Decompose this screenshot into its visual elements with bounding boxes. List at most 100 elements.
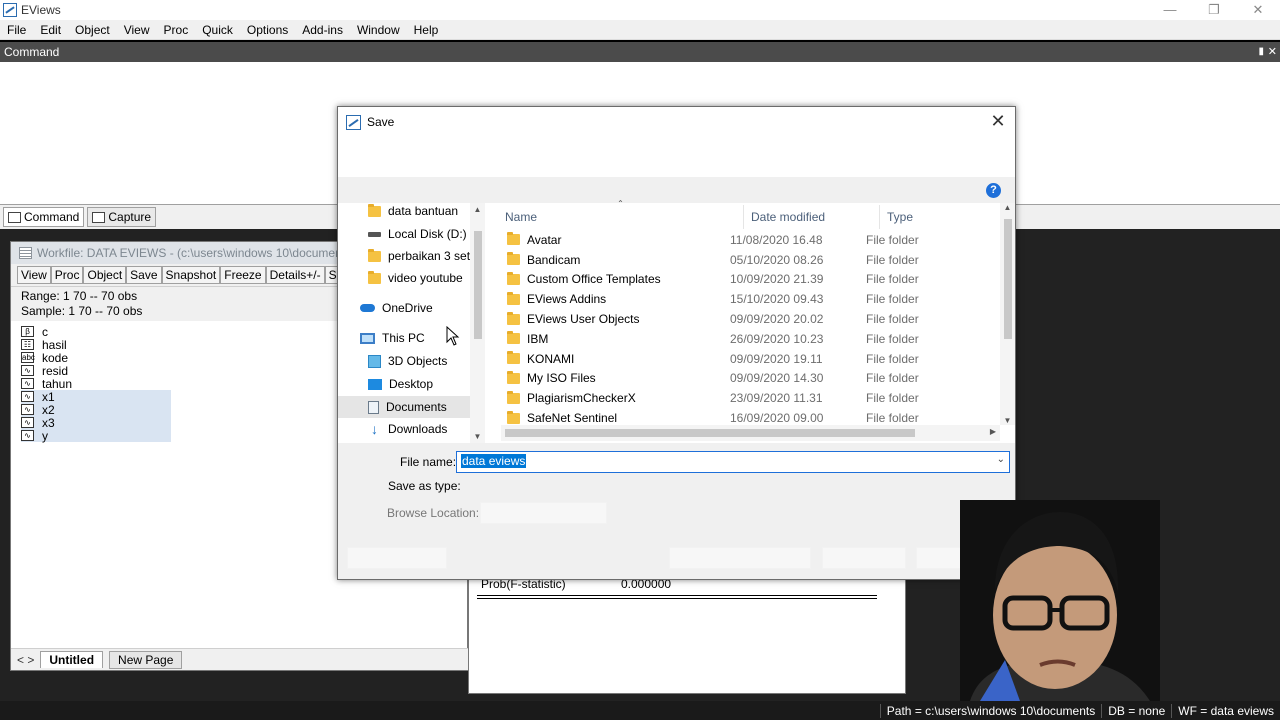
save-dialog: Save ✕ ? data bantuan Local Disk (D:) perb…: [337, 106, 1016, 580]
file-name-text: KONAMI: [527, 351, 575, 366]
menu-view[interactable]: View: [117, 20, 157, 40]
save-button[interactable]: [822, 547, 906, 569]
nav-item-data-bantuan[interactable]: data bantuan: [338, 203, 470, 222]
chevron-down-icon[interactable]: ⌄: [997, 454, 1005, 465]
browse-location-label: Browse Location:: [387, 506, 480, 520]
file-date-cell: 11/08/2020 16.48: [730, 232, 823, 247]
file-name-label: File name:: [400, 455, 457, 469]
workfile-object-item[interactable]: ∿ x2: [21, 403, 171, 417]
column-separator[interactable]: [743, 205, 744, 229]
page-nav-arrows[interactable]: < >: [17, 653, 34, 667]
scroll-right-icon[interactable]: ▶: [988, 427, 998, 436]
column-separator[interactable]: [879, 205, 880, 229]
file-list-vertical-scrollbar[interactable]: ▲ ▼: [1000, 203, 1015, 425]
nav-item-documents[interactable]: Documents: [338, 396, 470, 418]
nav-item-3d-objects[interactable]: 3D Objects: [338, 350, 470, 372]
page-tab-new-page[interactable]: New Page: [109, 650, 183, 669]
nav-item-video-youtube[interactable]: video youtube: [338, 267, 470, 289]
file-list-horizontal-scrollbar[interactable]: ▶: [501, 425, 1000, 441]
nav-item-label: perbaikan 3 sete: [388, 249, 470, 263]
tab-command[interactable]: Command: [3, 207, 85, 227]
close-icon[interactable]: ✕: [989, 112, 1007, 130]
wf-proc-button[interactable]: Proc: [50, 266, 84, 284]
menu-add-ins[interactable]: Add-ins: [295, 20, 350, 40]
workfile-object-item[interactable]: abc kode: [21, 351, 171, 365]
close-pane-icon[interactable]: ✕: [1268, 42, 1277, 62]
column-header-name[interactable]: Name: [505, 203, 537, 231]
menu-options[interactable]: Options: [240, 20, 295, 40]
minimize-button[interactable]: —: [1148, 0, 1192, 20]
workfile-object-item[interactable]: ∿ y: [21, 429, 171, 443]
vertical-scroll-thumb[interactable]: [1004, 219, 1012, 339]
menu-quick[interactable]: Quick: [195, 20, 240, 40]
folder-icon: [507, 232, 520, 246]
wf-freeze-button[interactable]: Freeze: [220, 266, 266, 284]
file-row[interactable]: IBM 26/09/2020 10.23 File folder: [497, 329, 997, 349]
nav-item-perbaikan-3-sete[interactable]: perbaikan 3 sete: [338, 245, 470, 267]
file-date-cell: 15/10/2020 09.43: [730, 292, 824, 307]
menu-object[interactable]: Object: [68, 20, 117, 40]
workfile-object-item[interactable]: ∿ x3: [21, 415, 171, 430]
close-app-button[interactable]: ✕: [1236, 0, 1280, 20]
scroll-down-icon[interactable]: ▼: [1000, 416, 1015, 425]
restore-button[interactable]: ❐: [1192, 0, 1236, 20]
wf-details-button[interactable]: Details+/-: [265, 266, 325, 284]
scroll-up-icon[interactable]: ▲: [470, 205, 485, 214]
file-name-input[interactable]: data eviews ⌄: [456, 451, 1010, 473]
menu-edit[interactable]: Edit: [33, 20, 68, 40]
column-header-type[interactable]: Type: [887, 203, 913, 231]
scroll-up-icon[interactable]: ▲: [1000, 203, 1015, 212]
help-icon[interactable]: ?: [986, 183, 1001, 198]
nav-item-desktop[interactable]: Desktop: [338, 373, 470, 395]
browse-location-field[interactable]: [480, 502, 607, 524]
menu-file[interactable]: File: [0, 20, 33, 40]
wf-save-button[interactable]: Save: [126, 266, 162, 284]
file-name-value[interactable]: data eviews: [461, 454, 527, 468]
series-icon: ∿: [21, 430, 34, 441]
workfile-icon: [19, 247, 32, 259]
menu-help[interactable]: Help: [407, 20, 446, 40]
file-row[interactable]: My ISO Files 09/09/2020 14.30 File folder: [497, 369, 997, 389]
command-pane-title: Command: [4, 45, 60, 59]
wf-view-button[interactable]: View: [17, 266, 51, 284]
file-name-cell: SafeNet Sentinel: [497, 410, 730, 425]
nav-item-downloads[interactable]: ↓ Downloads: [338, 418, 470, 440]
wf-snapshot-button[interactable]: Snapshot: [161, 266, 221, 284]
tab-capture[interactable]: Capture: [87, 207, 157, 227]
workfile-object-item[interactable]: ∿ tahun: [21, 377, 171, 391]
options-button[interactable]: [669, 547, 811, 569]
wf-object-button[interactable]: Object: [83, 266, 127, 284]
workfile-object-item[interactable]: βc: [21, 325, 171, 339]
workfile-object-name: x3: [42, 415, 55, 430]
hide-folders-button[interactable]: [347, 547, 447, 569]
save-dialog-titlebar[interactable]: Save ✕: [338, 107, 1015, 137]
nav-item-onedrive[interactable]: OneDrive: [338, 297, 470, 319]
workfile-object-item[interactable]: ∿ resid: [21, 364, 171, 378]
nav-scroll-thumb[interactable]: [474, 231, 482, 339]
folder-icon: [507, 370, 520, 384]
menu-window[interactable]: Window: [350, 20, 407, 40]
page-tab-untitled[interactable]: Untitled: [40, 651, 104, 668]
nav-pane-scrollbar[interactable]: ▲ ▼: [470, 203, 485, 443]
cube-icon: [368, 354, 381, 368]
column-header-date[interactable]: Date modified: [751, 203, 825, 231]
pin-icon[interactable]: ▮: [1258, 42, 1264, 62]
file-row[interactable]: Bandicam 05/10/2020 08.26 File folder: [497, 250, 997, 270]
nav-item-local-disk-d[interactable]: Local Disk (D:): [338, 223, 470, 245]
folder-icon: [507, 351, 520, 365]
file-name-text: EViews User Objects: [527, 312, 640, 327]
workfile-object-item[interactable]: ☷ hasil: [21, 338, 171, 352]
menu-proc[interactable]: Proc: [157, 20, 196, 40]
file-row[interactable]: KONAMI 09/09/2020 19.11 File folder: [497, 349, 997, 369]
workfile-object-item[interactable]: ∿ x1: [21, 390, 171, 404]
file-row[interactable]: EViews Addins 15/10/2020 09.43 File folder: [497, 289, 997, 309]
file-row[interactable]: Avatar 11/08/2020 16.48 File folder: [497, 230, 997, 250]
folder-icon: [507, 331, 520, 345]
horizontal-scroll-thumb[interactable]: [505, 429, 915, 437]
file-row[interactable]: Custom Office Templates 10/09/2020 21.39 F…: [497, 270, 997, 290]
nav-item-label: Local Disk (D:): [388, 227, 467, 241]
file-row[interactable]: EViews User Objects 09/09/2020 20.02 File …: [497, 309, 997, 329]
file-row[interactable]: PlagiarismCheckerX 23/09/2020 11.31 File f…: [497, 388, 997, 408]
series-icon: ∿: [21, 378, 34, 389]
scroll-down-icon[interactable]: ▼: [470, 432, 485, 441]
